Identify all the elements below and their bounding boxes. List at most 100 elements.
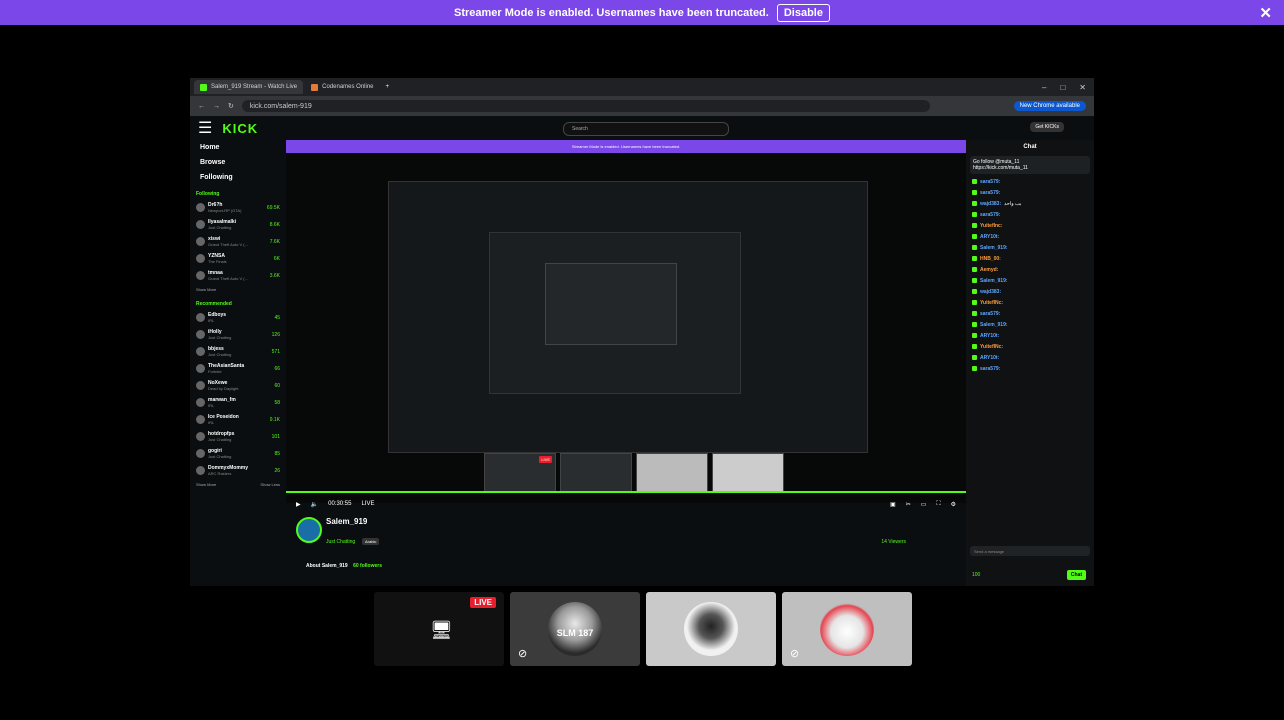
channel-name-text: Dr6?h: [208, 201, 223, 208]
badge-icon: [972, 278, 977, 283]
show-more-recommended-link[interactable]: Show More: [196, 482, 216, 487]
participant-tile[interactable]: [646, 592, 776, 666]
sidebar-channel[interactable]: hotdropfps Just Chatting 101: [190, 428, 286, 445]
browser-tab-codenames[interactable]: Codenames Online: [305, 80, 379, 94]
play-icon[interactable]: ▶: [296, 501, 301, 508]
sidebar-channel[interactable]: llyasalmalki Just Chatting 8.6K: [190, 216, 286, 233]
viewer-count: 60: [274, 382, 280, 389]
chat-username[interactable]: YuiteflNc:: [980, 344, 1003, 350]
channel-category: Dead by Daylight: [208, 385, 239, 391]
chat-text: بب واحد: [1004, 200, 1022, 207]
maximize-icon[interactable]: □: [1060, 83, 1065, 92]
sidebar-channel[interactable]: Edboys IRL 45: [190, 309, 286, 326]
volume-icon[interactable]: 🔈: [311, 501, 318, 508]
channel-category: Just Chatting: [208, 224, 232, 230]
muted-icon: ⊘: [518, 648, 528, 660]
channel-avatar[interactable]: [296, 517, 322, 543]
screen-share-tile[interactable]: LIVE 🖥: [374, 592, 504, 666]
chat-username[interactable]: Salem_919:: [980, 245, 1008, 251]
nav-browse[interactable]: Browse: [190, 155, 286, 170]
sidebar-channel[interactable]: tmnaa Grand Theft Auto V (... 3.6K: [190, 267, 286, 284]
badge-icon: [972, 256, 977, 261]
pip-icon[interactable]: ▣: [890, 501, 896, 508]
fullscreen-icon[interactable]: ⛶: [936, 501, 940, 508]
nav-following[interactable]: Following: [190, 170, 286, 185]
settings-icon[interactable]: ⚙: [951, 501, 956, 508]
avatar: [196, 220, 205, 229]
channel-name[interactable]: Salem_919: [326, 517, 367, 526]
chat-message: Salem_919:: [966, 242, 1094, 253]
sidebar-channel[interactable]: DommyxMommy ARC Raiders 26: [190, 462, 286, 479]
chat-send-button[interactable]: Chat: [1066, 570, 1086, 580]
chat-username[interactable]: Yuiteflnc:: [980, 223, 1003, 229]
sidebar-channel[interactable]: marwan_fm IRL 58: [190, 394, 286, 411]
reload-icon[interactable]: ↻: [228, 102, 234, 110]
get-kicks-button[interactable]: Get KICKs: [1030, 122, 1064, 132]
chat-username[interactable]: sara579:: [980, 190, 1000, 196]
browser-tab-kick[interactable]: Salem_919 Stream - Watch Live: [194, 80, 304, 94]
channel-name-text: gogiri: [208, 447, 222, 454]
kick-main: Streamer Mode is enabled. Usernames have…: [286, 140, 966, 586]
video-player[interactable]: ▶ 🔈 00:30:55 LIVE ▣ ✂ ▭ ⛶ ⚙: [286, 153, 966, 508]
sidebar-channel[interactable]: xiswi Grand Theft Auto V (... 7.6K: [190, 233, 286, 250]
chat-message: YuiteflNc:: [966, 297, 1094, 308]
url-field[interactable]: kick.com/salem-919: [241, 100, 930, 112]
channel-name-text: marwan_fm: [208, 396, 236, 403]
badge-icon: [972, 201, 977, 206]
sidebar-channel[interactable]: Ice Poseidon IRL 9.1K: [190, 411, 286, 428]
chat-username[interactable]: sara579:: [980, 212, 1000, 218]
new-tab-button[interactable]: +: [382, 84, 394, 90]
viewer-count: 26: [274, 467, 280, 474]
following-heading: Following: [196, 191, 220, 197]
menu-icon[interactable]: ☰: [198, 118, 212, 138]
forward-icon[interactable]: →: [213, 103, 220, 110]
nav-home[interactable]: Home: [190, 140, 286, 155]
channel-points[interactable]: 100: [972, 572, 980, 578]
participant-tile[interactable]: ⊘: [782, 592, 912, 666]
sidebar-channel[interactable]: Dr6?h Newport-RP (GTA) 69.5K: [190, 199, 286, 216]
video-progress-bar[interactable]: [286, 491, 966, 493]
banner-disable-button[interactable]: Disable: [776, 3, 830, 22]
sidebar-channel[interactable]: iHolly Just Chatting 126: [190, 326, 286, 343]
participant-tile[interactable]: SLM 187 ⊘: [510, 592, 640, 666]
avatar: [196, 364, 205, 373]
chat-username[interactable]: YuiteflNc:: [980, 300, 1003, 306]
sidebar-channel[interactable]: YZNSA The Finals 6K: [190, 250, 286, 267]
theater-icon[interactable]: ▭: [921, 501, 927, 508]
avatar: [196, 271, 205, 280]
chat-username[interactable]: ARY10t:: [980, 234, 999, 240]
kick-sidebar: Home Browse Following Following Dr6?h New…: [190, 140, 286, 586]
chat-username[interactable]: HNB_00:: [980, 256, 1001, 262]
chat-username[interactable]: sara579:: [980, 311, 1000, 317]
show-more-link[interactable]: Show More: [190, 284, 286, 295]
sidebar-channel[interactable]: NoXewe Dead by Daylight 60: [190, 377, 286, 394]
chat-username[interactable]: ARY10t:: [980, 333, 999, 339]
chat-username[interactable]: ARY10t:: [980, 355, 999, 361]
badge-icon: [972, 223, 977, 228]
minimize-icon[interactable]: –: [1042, 83, 1046, 92]
muted-icon: ⊘: [790, 648, 800, 660]
show-less-link[interactable]: Show Less: [260, 482, 280, 487]
chat-username[interactable]: wajd383:: [980, 289, 1001, 295]
pinned-link[interactable]: https://kick.com/muta_11: [973, 165, 1087, 171]
banner-close-icon[interactable]: ✕: [1259, 4, 1272, 22]
nested-screen-capture: [388, 181, 868, 453]
chat-username[interactable]: Salem_919:: [980, 322, 1008, 328]
kick-search-input[interactable]: Search: [563, 122, 729, 136]
chat-input[interactable]: Send a message: [970, 546, 1090, 556]
chat-username[interactable]: Aemyd:: [980, 267, 998, 273]
chat-username[interactable]: sara579:: [980, 366, 1000, 372]
chat-username[interactable]: wajd383:: [980, 201, 1001, 207]
sidebar-channel[interactable]: gogiri Just Chatting 85: [190, 445, 286, 462]
avatar: [196, 313, 205, 322]
chat-username[interactable]: sara579:: [980, 179, 1000, 185]
chrome-update-button[interactable]: New Chrome available: [1013, 101, 1086, 111]
sidebar-channel[interactable]: bbjess Just Chatting 571: [190, 343, 286, 360]
channel-category[interactable]: Just Chatting: [326, 539, 355, 545]
chat-username[interactable]: Salem_919:: [980, 278, 1008, 284]
back-icon[interactable]: ←: [198, 103, 205, 110]
sidebar-channel[interactable]: TheAsianSanta Fortnite 66: [190, 360, 286, 377]
clip-icon[interactable]: ✂: [906, 501, 911, 508]
window-close-icon[interactable]: ✕: [1079, 83, 1086, 92]
kick-logo[interactable]: KICK: [222, 121, 258, 136]
